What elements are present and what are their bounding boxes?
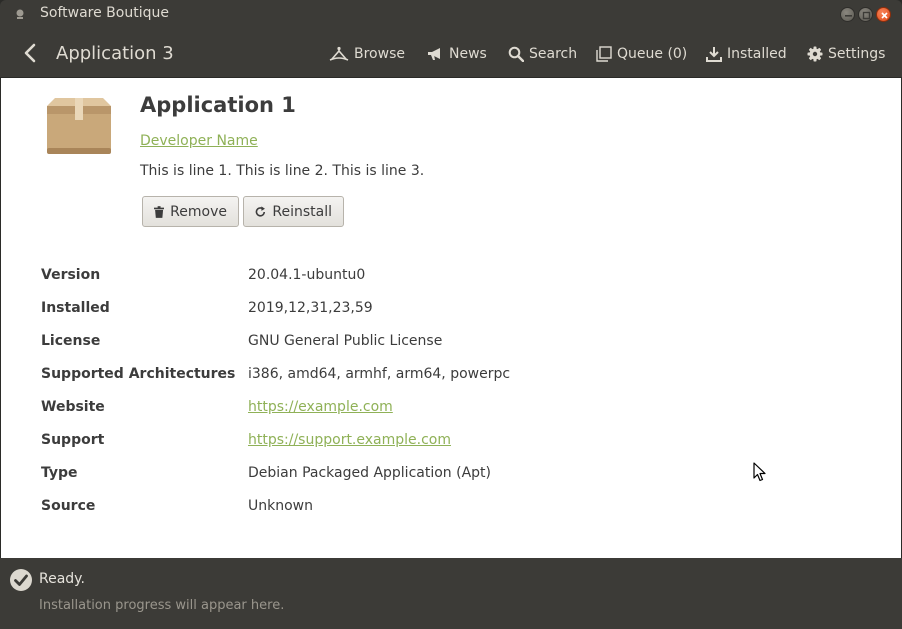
details-row-support: Support https://support.example.com bbox=[41, 432, 861, 452]
nav-news[interactable]: News bbox=[427, 43, 487, 65]
nav-installed-label: Installed bbox=[727, 46, 787, 62]
details-row-source: Source Unknown bbox=[41, 498, 861, 518]
minimize-icon[interactable] bbox=[840, 7, 855, 22]
details-value: 20.04.1-ubuntu0 bbox=[248, 267, 366, 283]
checkmark-icon bbox=[10, 569, 32, 591]
nav-news-label: News bbox=[449, 46, 487, 62]
details-label: Version bbox=[41, 267, 101, 283]
details-row-license: License GNU General Public License bbox=[41, 333, 861, 353]
website-link[interactable]: https://example.com bbox=[248, 399, 393, 415]
nav-browse[interactable]: Browse bbox=[329, 43, 405, 65]
browse-icon bbox=[329, 46, 349, 61]
megaphone-icon bbox=[428, 48, 440, 60]
reinstall-button[interactable]: Reinstall bbox=[243, 196, 344, 227]
app-menu-icon[interactable] bbox=[14, 8, 26, 20]
details-label: Supported Architectures bbox=[41, 366, 236, 382]
details-label: Support bbox=[41, 432, 105, 448]
details-row-type: Type Debian Packaged Application (Apt) bbox=[41, 465, 861, 485]
details-label: Type bbox=[41, 465, 78, 481]
app-details-pane: Application 1 Developer Name This is lin… bbox=[1, 78, 901, 558]
details-value: i386, amd64, armhf, arm64, powerpc bbox=[248, 366, 511, 382]
details-value: Unknown bbox=[248, 498, 313, 514]
developer-link[interactable]: Developer Name bbox=[140, 133, 258, 149]
details-value: Debian Packaged Application (Apt) bbox=[248, 465, 491, 481]
support-link[interactable]: https://support.example.com bbox=[248, 432, 451, 448]
nav-settings[interactable]: Settings bbox=[807, 43, 885, 65]
details-label: License bbox=[41, 333, 101, 349]
status-subtext: Installation progress will appear here. bbox=[39, 598, 285, 613]
nav-queue[interactable]: Queue (0) bbox=[596, 43, 687, 65]
close-icon[interactable] bbox=[876, 7, 891, 22]
app-name: Application 1 bbox=[140, 93, 296, 117]
nav-search-label: Search bbox=[529, 46, 578, 62]
details-row-website: Website https://example.com bbox=[41, 399, 861, 419]
refresh-icon bbox=[255, 205, 266, 217]
status-bar: Ready. Installation progress will appear… bbox=[0, 558, 902, 629]
nav-browse-label: Browse bbox=[354, 46, 405, 62]
details-row-installed: Installed 2019,12,31,23,59 bbox=[41, 300, 861, 320]
gear-icon bbox=[807, 46, 823, 62]
details-row-architectures: Supported Architectures i386, amd64, arm… bbox=[41, 366, 861, 386]
header-bar: Application 3 Browse News Search Queue (… bbox=[0, 29, 902, 78]
details-label: Installed bbox=[41, 300, 110, 316]
nav-settings-label: Settings bbox=[828, 46, 886, 62]
maximize-icon[interactable] bbox=[858, 7, 873, 22]
window-titlebar: Software Boutique bbox=[0, 0, 902, 29]
details-row-version: Version 20.04.1-ubuntu0 bbox=[41, 267, 861, 287]
remove-label: Remove bbox=[170, 203, 227, 220]
nav-queue-label: Queue (0) bbox=[617, 46, 688, 62]
back-button[interactable] bbox=[20, 42, 42, 64]
nav-installed[interactable]: Installed bbox=[706, 43, 787, 65]
details-label: Source bbox=[41, 498, 96, 514]
mouse-cursor-icon bbox=[753, 462, 766, 482]
page-title: Application 3 bbox=[56, 43, 174, 64]
details-value: 2019,12,31,23,59 bbox=[248, 300, 373, 316]
nav-search[interactable]: Search bbox=[508, 43, 577, 65]
app-description: This is line 1. This is line 2. This is … bbox=[140, 163, 425, 179]
search-icon bbox=[508, 46, 524, 62]
remove-button[interactable]: Remove bbox=[142, 196, 239, 227]
status-text: Ready. bbox=[39, 571, 85, 587]
window-title: Software Boutique bbox=[40, 5, 169, 21]
details-label: Website bbox=[41, 399, 105, 415]
download-icon bbox=[706, 47, 722, 62]
package-box-icon bbox=[47, 98, 111, 154]
details-value: GNU General Public License bbox=[248, 333, 443, 349]
queue-icon bbox=[596, 46, 612, 62]
trash-icon bbox=[154, 205, 165, 218]
reinstall-label: Reinstall bbox=[272, 203, 332, 220]
